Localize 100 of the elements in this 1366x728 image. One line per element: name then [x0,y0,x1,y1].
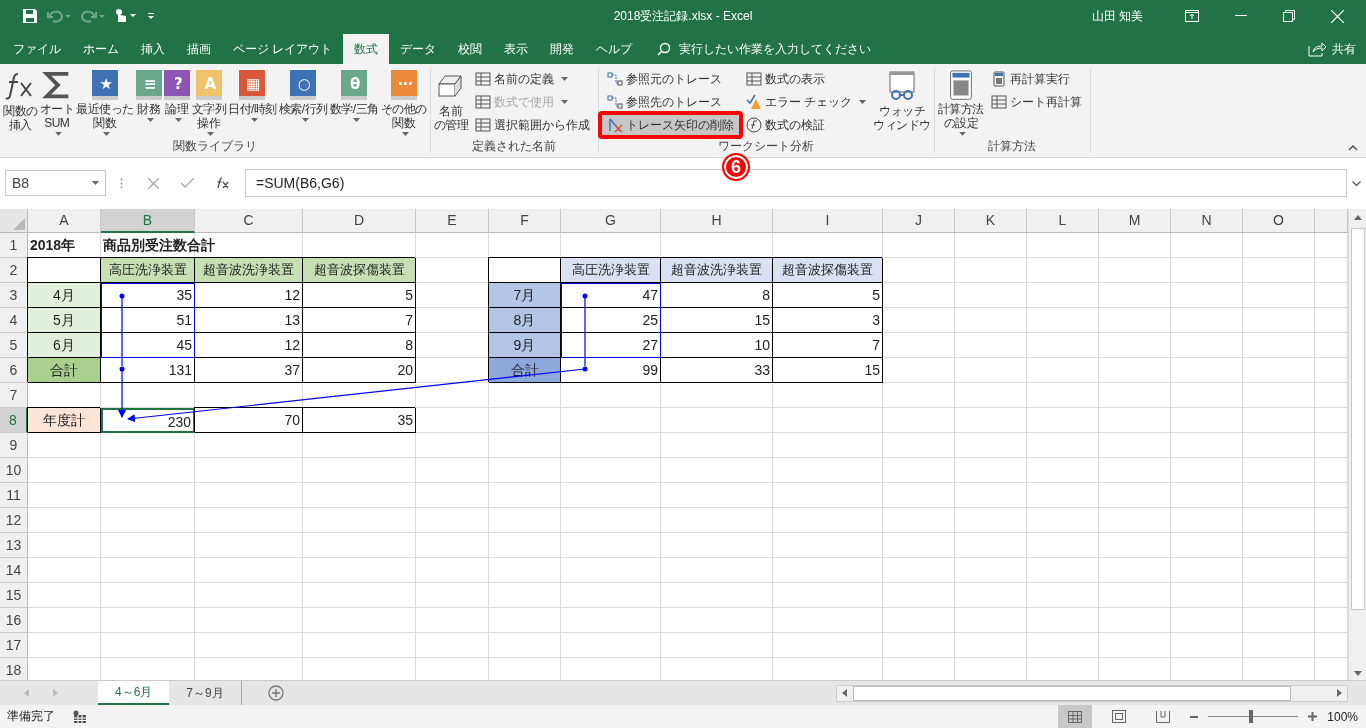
vertical-scrollbar[interactable] [1348,209,1366,680]
name-box[interactable]: B8 [5,170,106,196]
zoom-out-icon[interactable] [1190,715,1199,718]
ribbon-button[interactable]: 関数の 挿入 [2,68,39,138]
insert-function-icon[interactable] [216,177,230,189]
row-header[interactable]: 13 [0,533,28,558]
ribbon-button[interactable]: A 文字列 操作 [190,68,227,138]
scroll-thumb[interactable] [1350,228,1365,610]
ribbon-tab[interactable]: 挿入 [130,34,176,64]
column-header[interactable]: J [883,209,955,233]
column-header[interactable]: O [1243,209,1315,233]
row-header[interactable]: 7 [0,383,28,408]
ribbon-button[interactable]: シート再計算 [987,91,1085,113]
ribbon-tab[interactable]: ページ レイアウト [222,34,344,64]
book-icon: ★ [91,70,118,100]
column-header[interactable]: C [195,209,303,233]
share-button[interactable]: 共有 [1298,34,1366,64]
ribbon-button[interactable]: トレース矢印の削除 [598,111,744,139]
ribbon-tab[interactable]: 数式 [343,34,390,64]
ribbon-button[interactable]: 数式の表示 [743,68,870,90]
column-header[interactable]: F [489,209,561,233]
ribbon-button[interactable]: 計算方法 の設定 [936,68,985,138]
row-header[interactable]: 3 [0,283,28,308]
column-header[interactable]: B [101,209,195,233]
tell-me-field[interactable]: 実行したい作業を入力してください [677,41,902,57]
table-cell: 13 [195,308,303,333]
row-header[interactable]: 18 [0,658,28,680]
ribbon-button[interactable]: ウォッチ ウィンドウ [872,68,932,138]
minimize-icon[interactable] [1235,15,1247,17]
save-icon[interactable] [22,8,38,24]
row-header[interactable]: 2 [0,258,28,283]
row-header[interactable]: 12 [0,508,28,533]
ribbon-button[interactable]: 再計算実行 [987,68,1085,90]
column-header[interactable]: K [955,209,1027,233]
row-header[interactable]: 8 [0,408,28,433]
column-header[interactable]: A [28,209,101,233]
ribbon-button[interactable]: 参照元のトレース [604,68,738,90]
ribbon-tab[interactable]: 開発 [539,34,586,64]
row-header[interactable]: 10 [0,458,28,483]
ribbon-button[interactable]: 参照先のトレース [604,91,738,113]
sheet-tab[interactable]: 4～6月 [98,681,170,705]
scroll-right-icon[interactable] [1337,689,1342,697]
row-header[interactable]: 15 [0,583,28,608]
table-cell: 12 [195,283,303,308]
ribbon-button[interactable]: エラー チェック [743,91,870,113]
ribbon-button[interactable]: ▦ 日付/時刻 [227,68,278,138]
scroll-up-icon[interactable] [1353,215,1362,220]
add-sheet-icon[interactable] [267,685,284,701]
ribbon-tab[interactable]: ホーム [72,34,130,64]
ribbon-tab[interactable]: ファイル [2,34,72,64]
ribbon-button[interactable]: ? 論理 [162,68,191,138]
expand-icon[interactable] [1352,180,1361,186]
touch-mode-icon[interactable] [114,8,138,24]
sheet-tab[interactable]: 7～9月 [169,681,241,705]
row-header[interactable]: 1 [0,233,28,258]
row-header[interactable]: 4 [0,308,28,333]
column-header[interactable]: L [1027,209,1099,233]
enter-check-icon[interactable] [181,178,194,188]
ribbon-tab[interactable]: ヘルプ [585,34,644,64]
row-header[interactable]: 14 [0,558,28,583]
ribbon-button[interactable]: オート SUM [38,68,75,138]
row-header[interactable]: 5 [0,333,28,358]
column-header[interactable]: G [561,209,661,233]
normal-view-button[interactable] [1058,705,1093,728]
zoom-level[interactable]: 100% [1327,709,1358,724]
ribbon-button[interactable]: 名前の定義 [472,68,594,90]
close-icon[interactable] [1331,9,1344,23]
column-header[interactable]: N [1171,209,1243,233]
ribbon-button[interactable]: ≡ 財務 [134,68,163,138]
collapse-ribbon-icon[interactable] [1348,145,1358,151]
restore-icon[interactable] [1283,10,1295,22]
scroll-thumb[interactable] [853,685,1291,701]
macro-record-icon[interactable] [73,710,87,723]
column-header[interactable]: E [416,209,489,233]
customize-icon[interactable] [146,11,156,21]
ribbon-button[interactable]: 選択範囲から作成 [472,114,594,136]
ribbon-button[interactable]: ⋯ その他の 関数 [379,68,428,138]
ribbon-button[interactable]: 名前 の管理 [432,68,470,138]
column-header[interactable]: D [303,209,416,233]
ribbon-button[interactable]: ○ 検索/行列 [277,68,329,138]
ribbon-button[interactable]: 数式の検証 [743,114,870,136]
row-header[interactable]: 11 [0,483,28,508]
scroll-left-icon[interactable] [842,689,847,697]
row-header[interactable]: 9 [0,433,28,458]
column-header[interactable]: H [661,209,773,233]
ribbon-tab[interactable]: データ [389,34,448,64]
ribbon-tab[interactable]: 表示 [493,34,540,64]
ribbon-tab[interactable]: 描画 [176,34,222,64]
column-header[interactable]: M [1099,209,1171,233]
ribbon-button[interactable]: θ 数学/三角 [328,68,380,138]
ribbon-tab[interactable]: 校閲 [447,34,494,64]
row-header[interactable]: 16 [0,608,28,633]
ribbon-button[interactable]: ★ 最近使った 関数 [75,68,135,138]
column-header[interactable]: I [773,209,883,233]
row-header[interactable]: 6 [0,358,28,383]
scroll-down-icon[interactable] [1353,671,1362,676]
ribbon-display-icon[interactable] [1185,10,1199,22]
horizontal-scrollbar[interactable] [836,684,1348,702]
row-header[interactable]: 17 [0,633,28,658]
zoom-in-icon[interactable] [1308,712,1318,721]
